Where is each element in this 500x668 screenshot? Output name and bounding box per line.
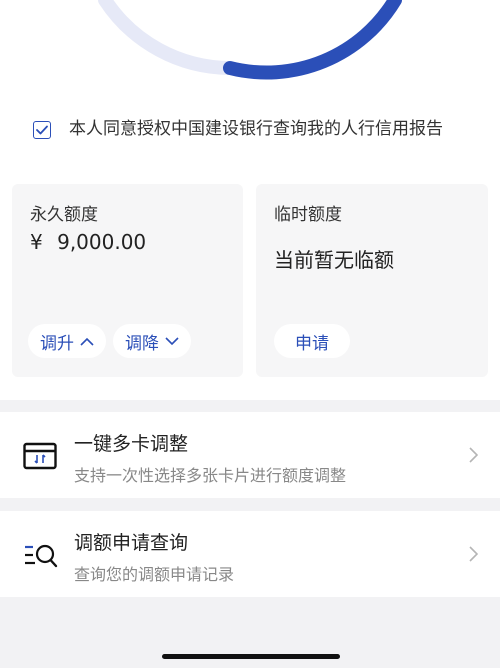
apply-label: 申请	[295, 333, 329, 354]
temporary-limit-card: 临时额度 当前暂无临额 申请	[256, 184, 488, 377]
consent-row: 本人同意授权中国建设银行查询我的人行信用报告	[33, 118, 463, 141]
consent-checkbox[interactable]	[33, 121, 51, 139]
apply-temporary-button[interactable]: 申请	[274, 324, 350, 358]
permanent-limit-title: 永久额度	[30, 205, 98, 225]
card-transfer-icon	[23, 442, 57, 474]
chevron-up-icon	[80, 337, 94, 346]
decrease-label: 调降	[125, 333, 159, 354]
permanent-limit-amount: ¥ 9,000.00	[30, 230, 146, 254]
increase-limit-button[interactable]: 调升	[28, 324, 106, 358]
gauge-fill	[223, 0, 402, 80]
temporary-limit-status: 当前暂无临额	[274, 248, 394, 272]
menu-item-adjust-query[interactable]: 调额申请查询 查询您的调额申请记录	[0, 511, 500, 597]
menu-item-title: 调额申请查询	[74, 532, 189, 554]
chevron-down-icon	[165, 336, 179, 346]
menu-item-subtitle: 支持一次性选择多张卡片进行额度调整	[74, 466, 347, 485]
menu-item-title: 一键多卡调整	[74, 433, 189, 455]
permanent-limit-card: 永久额度 ¥ 9,000.00 调升 调降	[12, 184, 243, 377]
menu-item-multi-card[interactable]: 一键多卡调整 支持一次性选择多张卡片进行额度调整	[0, 412, 500, 498]
consent-text: 本人同意授权中国建设银行查询我的人行信用报告	[69, 119, 443, 139]
gauge-track	[98, 0, 237, 75]
menu-item-subtitle: 查询您的调额申请记录	[74, 565, 235, 584]
currency-symbol: ¥	[30, 230, 43, 254]
chevron-right-icon	[469, 546, 479, 566]
amount-value: 9,000.00	[57, 230, 147, 254]
temporary-limit-title: 临时额度	[274, 205, 342, 225]
decrease-limit-button[interactable]: 调降	[113, 324, 191, 358]
increase-label: 调升	[40, 333, 74, 354]
search-list-icon	[23, 542, 59, 574]
progress-gauge	[98, 0, 402, 80]
home-indicator[interactable]	[162, 654, 340, 659]
chevron-right-icon	[469, 447, 479, 467]
checkmark-icon	[36, 125, 48, 135]
